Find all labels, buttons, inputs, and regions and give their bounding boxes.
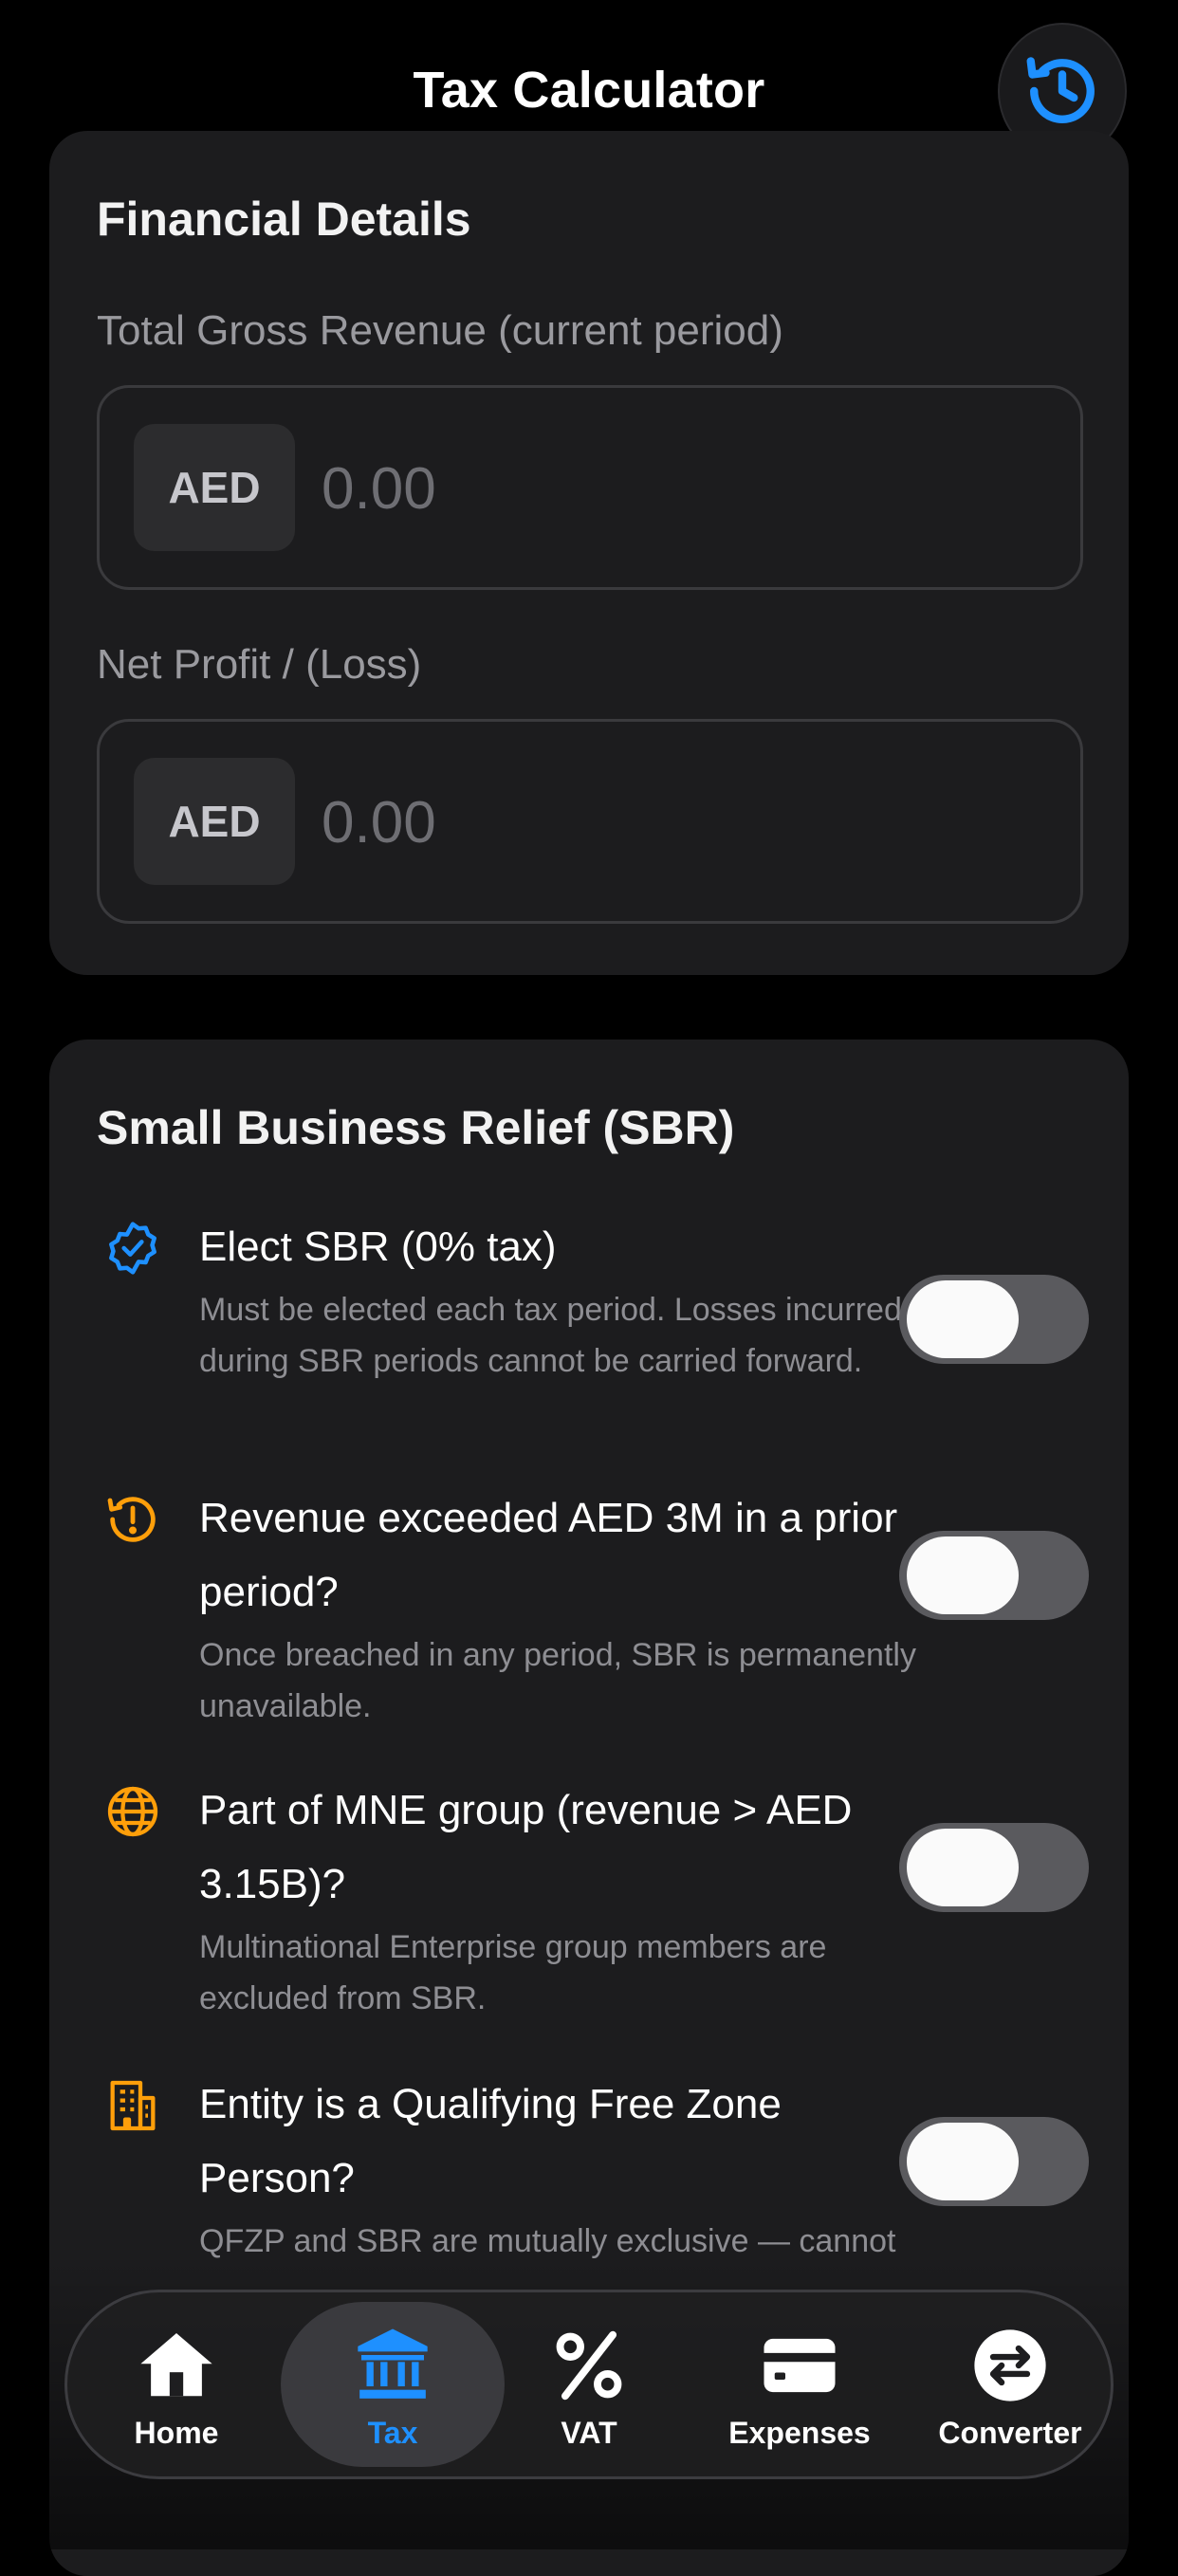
qfzp-toggle[interactable] bbox=[899, 2117, 1089, 2206]
tab-label: Expenses bbox=[728, 2416, 871, 2450]
sbr-option-desc: Multinational Enterprise group members a… bbox=[199, 1929, 827, 2016]
financial-details-card: Financial Details Total Gross Revenue (c… bbox=[49, 131, 1129, 975]
sbr-option-desc: QFZP and SBR are mutually exclusive — ca… bbox=[199, 2223, 896, 2259]
tab-expenses[interactable]: Expenses bbox=[700, 2302, 899, 2467]
globe-icon bbox=[107, 1786, 158, 1837]
revenue-exceeded-toggle[interactable] bbox=[899, 1531, 1089, 1620]
bank-icon bbox=[358, 2328, 428, 2399]
sbr-option-title: Revenue exceeded AED 3M in a prior perio… bbox=[199, 1495, 898, 1615]
elect-sbr-toggle[interactable] bbox=[899, 1275, 1089, 1364]
revenue-field: AED bbox=[97, 385, 1083, 590]
revenue-label: Total Gross Revenue (current period) bbox=[97, 307, 783, 354]
revenue-currency-chip: AED bbox=[134, 424, 295, 551]
history-clock-icon bbox=[1026, 57, 1095, 123]
sbr-option-desc: Must be elected each tax period. Losses … bbox=[199, 1292, 902, 1379]
toggle-knob bbox=[907, 1829, 1019, 1906]
sbr-option-title: Elect SBR (0% tax) bbox=[199, 1224, 557, 1270]
sbr-title: Small Business Relief (SBR) bbox=[97, 1101, 735, 1154]
profit-field: AED bbox=[97, 719, 1083, 924]
tab-home[interactable]: Home bbox=[77, 2302, 276, 2467]
sbr-option-title: Entity is a Qualifying Free Zone Person? bbox=[199, 2081, 782, 2201]
profit-currency-chip: AED bbox=[134, 758, 295, 885]
mne-group-toggle[interactable] bbox=[899, 1823, 1089, 1912]
tab-converter[interactable]: Converter bbox=[911, 2302, 1110, 2467]
profit-label: Net Profit / (Loss) bbox=[97, 641, 422, 688]
financial-details-title: Financial Details bbox=[97, 193, 471, 246]
tab-label: VAT bbox=[561, 2416, 617, 2450]
card-icon bbox=[764, 2338, 836, 2393]
tab-tax[interactable]: Tax bbox=[281, 2302, 505, 2467]
percent-icon bbox=[556, 2330, 622, 2401]
swap-icon bbox=[974, 2329, 1046, 2401]
toggle-knob bbox=[907, 1536, 1019, 1614]
toggle-knob bbox=[907, 1280, 1019, 1358]
toggle-knob bbox=[907, 2123, 1019, 2200]
tab-vat[interactable]: VAT bbox=[489, 2302, 689, 2467]
revenue-input[interactable] bbox=[320, 424, 1044, 553]
building-icon bbox=[110, 2080, 156, 2131]
tab-label: Converter bbox=[938, 2416, 1082, 2450]
profit-input[interactable] bbox=[320, 758, 1044, 887]
history-alert-icon bbox=[107, 1497, 156, 1542]
verified-badge-icon bbox=[109, 1222, 156, 1275]
tab-label: Tax bbox=[367, 2416, 418, 2450]
sbr-option-title: Part of MNE group (revenue > AED 3.15B)? bbox=[199, 1787, 853, 1907]
tab-label: Home bbox=[134, 2416, 219, 2450]
sbr-option-desc: Once breached in any period, SBR is perm… bbox=[199, 1637, 916, 1724]
home-icon bbox=[140, 2332, 212, 2397]
tab-bar: Home Tax VAT Expenses Converter bbox=[64, 2290, 1114, 2479]
